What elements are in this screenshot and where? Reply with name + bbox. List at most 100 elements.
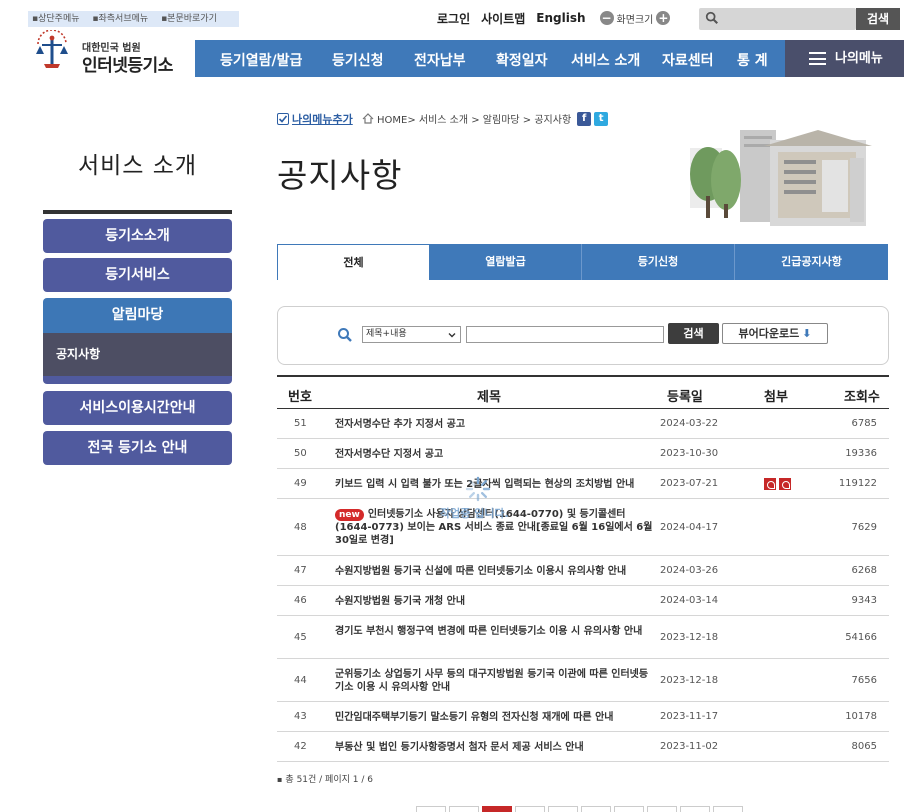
skip-link-top[interactable]: ▪상단주메뉴 [32,14,85,24]
top-search-input[interactable] [699,8,856,30]
row-date: 2023-11-02 [660,741,719,752]
page-next[interactable] [680,806,710,812]
table-row[interactable]: 44 군위등기소 상업등기 사무 등의 대구지방법원 등기국 이관에 따른 인터넷… [277,659,889,702]
row-title[interactable]: 군위등기소 상업등기 사무 등의 대구지방법원 등기국 이관에 따른 인터넷등기… [335,668,657,694]
nav-item-payment[interactable]: 전자납부 [414,50,466,70]
table-row[interactable]: 51 전자서명수단 추가 지정서 공고 2024-03-22 6785 [277,409,889,439]
page-first[interactable] [416,806,446,812]
skip-link-left[interactable]: ▪좌측서브메뉴 [92,14,153,24]
facebook-icon[interactable]: f [577,111,592,126]
twitter-icon[interactable]: t [594,111,609,126]
search-icon [338,328,352,342]
col-header-date: 등록일 [667,390,703,405]
search-icon [705,11,718,24]
row-date: 2024-03-22 [660,418,719,429]
row-date: 2023-12-18 [660,632,719,643]
table-row[interactable]: 43 민간임대주택부기등기 말소등기 유형의 전자신청 재개에 따른 안내 2023… [277,702,889,732]
table-row[interactable]: 46 수원지방법원 등기국 개청 안내 2024-03-14 9343 [277,586,889,616]
row-title[interactable]: 전자서명수단 추가 지정서 공고 [335,418,657,431]
row-date: 2024-03-14 [660,595,719,606]
page-last[interactable] [713,806,743,812]
lnb-divider [43,210,232,214]
viewer-download-button[interactable]: 뷰어다운로드 ⬇ [722,323,828,344]
row-views: 119122 [838,478,877,489]
table-row[interactable]: 50 전자서명수단 지정서 공고 2023-10-30 19336 [277,439,889,469]
category-tabs: 전체 열람발급 등기신청 긴급공지사항 [277,244,888,280]
page-6[interactable] [647,806,677,812]
row-views: 7656 [851,675,877,686]
search-type-value: 제목+내용 [366,329,407,339]
page-5[interactable] [614,806,644,812]
row-number: 47 [294,565,307,576]
nav-item-view-issue[interactable]: 등기열람/발급 [220,50,302,70]
english-link[interactable]: English [536,11,585,25]
loading-indicator: 작업중 입니다. [440,474,543,524]
lnb-item-service-hours[interactable]: 서비스이용시간안내 [43,391,232,425]
my-menu-button[interactable]: 나의메뉴 [785,40,904,77]
lnb-item-notice-board: 알림마당 공지사항 [43,298,232,384]
row-number: 43 [294,711,307,722]
row-title[interactable]: 부동산 및 법인 등기사항증명서 첨자 문서 제공 서비스 안내 [335,741,657,754]
zoom-in-icon[interactable]: + [656,11,671,25]
sitemap-link[interactable]: 사이트맵 [481,10,525,27]
lnb-item-office-list[interactable]: 전국 등기소 안내 [43,431,232,465]
col-header-title: 제목 [477,390,501,405]
nav-item-service-intro[interactable]: 서비스 소개 [571,50,640,70]
row-views: 54166 [845,632,877,643]
tab-urgent[interactable]: 긴급공지사항 [735,244,888,280]
page-2[interactable] [515,806,545,812]
lnb-item-services[interactable]: 등기서비스 [43,258,232,292]
main-nav: 등기열람/발급 등기신청 전자납부 확정일자 서비스 소개 자료센터 통 계 [195,40,785,77]
add-my-menu[interactable]: 나의메뉴추가 [277,111,353,127]
row-title[interactable]: 민간임대주택부기등기 말소등기 유형의 전자신청 재개에 따른 안내 [335,711,657,724]
row-title[interactable]: 경기도 부천시 행정구역 변경에 따른 인터넷등기소 이용 시 유의사항 안내 [335,625,657,638]
viewer-download-label: 뷰어다운로드 [738,327,800,340]
nav-item-fixed-date[interactable]: 확정일자 [496,50,548,70]
col-header-views: 조회수 [844,390,880,405]
page-1[interactable] [482,806,512,812]
row-title[interactable]: 수원지방법원 등기국 신설에 따른 인터넷등기소 이용시 유의사항 안내 [335,565,657,578]
tab-all[interactable]: 전체 [277,244,430,280]
nav-item-resources[interactable]: 자료센터 [662,50,714,70]
table-row[interactable]: 48 new 인터넷등기소 사용자 상담센터(1644-0770) 및 등기콜센터(… [277,499,889,556]
chevron-down-icon [448,333,456,338]
table-row[interactable]: 49 키보드 입력 시 입력 불가 또는 2글자씩 입력되는 현상의 조치방법 안… [277,469,889,499]
search-type-select[interactable]: 제목+내용 [362,326,461,343]
top-search-button[interactable]: 검색 [856,8,900,30]
row-title-text: 민간임대주택부기등기 말소등기 유형의 전자신청 재개에 따른 안내 [335,712,614,723]
page-4[interactable] [581,806,611,812]
lnb-item-notice-board-header[interactable]: 알림마당 [43,298,232,333]
zoom-control: − 화면크기 + [597,11,674,26]
table-header: 번호 제목 등록일 첨부 조회수 [277,375,889,409]
page-3[interactable] [548,806,578,812]
search-keyword-input[interactable] [466,326,664,343]
lnb-subitem-notices[interactable]: 공지사항 [43,333,232,376]
search-button[interactable]: 검색 [668,323,719,344]
pdf-icon[interactable] [764,478,776,490]
table-row[interactable]: 45 경기도 부천시 행정구역 변경에 따른 인터넷등기소 이용 시 유의사항 안… [277,616,889,659]
tab-view-issue[interactable]: 열람발급 [430,244,582,280]
nav-item-apply[interactable]: 등기신청 [332,50,384,70]
table-row[interactable]: 47 수원지방법원 등기국 신설에 따른 인터넷등기소 이용시 유의사항 안내 20… [277,556,889,586]
tab-apply[interactable]: 등기신청 [582,244,735,280]
table-row[interactable]: 42 부동산 및 법인 등기사항증명서 첨자 문서 제공 서비스 안내 2023-1… [277,732,889,762]
lnb-active-footer [43,376,232,384]
site-logo[interactable]: 대한민국 법원 인터넷등기소 [34,30,184,80]
zoom-out-icon[interactable]: − [599,11,614,25]
page-prev[interactable] [449,806,479,812]
row-title[interactable]: 전자서명수단 지정서 공고 [335,448,657,461]
login-link[interactable]: 로그인 [437,10,470,27]
row-title[interactable]: 수원지방법원 등기국 개청 안내 [335,595,657,608]
pdf-icon[interactable] [779,478,791,490]
row-views: 6785 [851,418,877,429]
lnb-item-office-intro[interactable]: 등기소소개 [43,219,232,253]
row-number: 42 [294,741,307,752]
nav-item-statistics[interactable]: 통 계 [737,50,768,70]
logo-title: 인터넷등기소 [82,56,173,76]
home-icon[interactable] [362,113,374,124]
row-views: 19336 [845,448,877,459]
row-date: 2024-03-26 [660,565,719,576]
download-icon: ⬇ [802,327,812,340]
skip-link-content[interactable]: ▪본문바로가기 [161,14,222,24]
row-title-text: 전자서명수단 지정서 공고 [335,449,444,460]
